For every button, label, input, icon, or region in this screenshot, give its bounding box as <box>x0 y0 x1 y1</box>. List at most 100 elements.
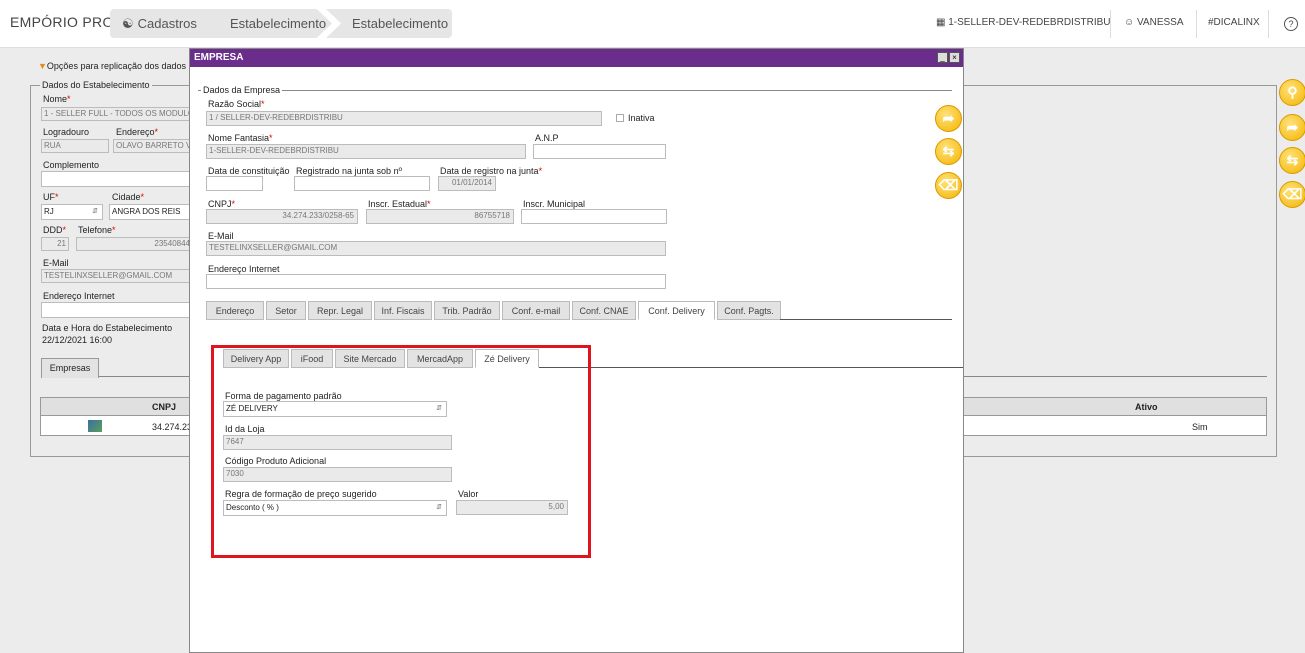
anp-field[interactable] <box>533 144 666 159</box>
store-selector[interactable]: ▦ 1-SELLER-DEV-REDEBRDISTRIBU <box>936 17 1111 28</box>
tab-empresas[interactable]: Empresas <box>41 358 99 378</box>
estadual-label: Inscr. Estadual* <box>368 199 431 209</box>
edit-row-icon[interactable] <box>88 420 102 432</box>
user-icon: ☺ <box>1124 17 1135 28</box>
tab-conf-cnae[interactable]: Conf. CNAE <box>572 301 636 320</box>
estadual-field[interactable]: 86755718 <box>366 209 514 224</box>
endereco-internet-label: Endereço Internet <box>43 291 115 301</box>
registro-field[interactable]: 01/01/2014 <box>438 176 496 191</box>
breadcrumb-estabelecimento-2[interactable]: Estabelecimento <box>326 9 452 38</box>
internet-field[interactable] <box>206 274 666 289</box>
regra-value: Desconto ( % ) <box>226 503 279 512</box>
tab-setor[interactable]: Setor <box>266 301 306 320</box>
help-icon[interactable]: ? <box>1284 17 1298 31</box>
cnpj-label: CNPJ* <box>208 199 236 209</box>
ddd-field[interactable]: 21 <box>41 237 69 251</box>
row-ativo: Sim <box>1192 422 1208 432</box>
divider <box>1268 10 1269 38</box>
nome-label: Nome* <box>43 94 71 104</box>
endereco-label: Endereço* <box>116 127 159 137</box>
hashtag-link[interactable]: #DICALINX <box>1208 17 1260 28</box>
close-icon[interactable]: × <box>949 52 960 63</box>
replication-link[interactable]: ▼Opções para replicação dos dados <box>38 61 186 71</box>
tab-conf-pagts[interactable]: Conf. Pagts. <box>717 301 781 320</box>
telefone-field[interactable]: 23540844 <box>76 237 191 251</box>
complemento-field[interactable] <box>41 171 191 187</box>
valor-field[interactable]: 5,00 <box>456 500 568 515</box>
nome-field[interactable]: 1 - SELLER FULL - TODOS OS MODULOS <box>41 107 191 121</box>
fantasia-field[interactable]: 1-SELLER-DEV-REDEBRDISTRIBU <box>206 144 526 159</box>
inativa-label: Inativa <box>628 113 655 123</box>
endereco-field[interactable]: OLAVO BARRETO VIANA <box>113 139 191 153</box>
user-menu[interactable]: ☺ VANESSA <box>1124 17 1184 28</box>
row-cnpj: 34.274.23 <box>152 422 193 432</box>
tab-conf-email[interactable]: Conf. e-mail <box>502 301 570 320</box>
cnpj-field[interactable]: 34.274.233/0258-65 <box>206 209 358 224</box>
email-field[interactable]: TESTELINXSELLER@GMAIL.COM <box>206 241 666 256</box>
constituicao-label: Data de constituição <box>208 166 290 176</box>
replication-label: Opções para replicação dos dados <box>46 61 187 71</box>
forma-select[interactable]: ZÉ DELIVERY ⇵ <box>223 401 447 417</box>
codigo-label: Código Produto Adicional <box>225 456 327 466</box>
divider <box>1110 10 1111 38</box>
razao-field[interactable]: 1 / SELLER-DEV-REDEBRDISTRIBU <box>206 111 602 126</box>
municipal-label: Inscr. Municipal <box>523 199 586 209</box>
tab-repr-legal[interactable]: Repr. Legal <box>308 301 372 320</box>
idloja-label: Id da Loja <box>225 424 265 434</box>
junta-field[interactable] <box>294 176 430 191</box>
email-label: E-Mail <box>208 231 234 241</box>
top-bar: EMPÓRIO PRO ☯ Cadastros Estabelecimento E… <box>0 0 1305 48</box>
tab-endereco[interactable]: Endereço <box>206 301 264 320</box>
data-hora-value: 22/12/2021 16:00 <box>42 335 113 345</box>
search-icon: ⚲ <box>1287 84 1298 100</box>
endereco-internet-field[interactable] <box>41 302 191 318</box>
municipal-field[interactable] <box>521 209 667 224</box>
inativa-checkbox[interactable] <box>616 114 624 122</box>
highlight-box <box>211 345 591 558</box>
swap-button[interactable]: ⇆ <box>1279 147 1305 174</box>
tab-inf-fiscais[interactable]: Inf. Fiscais <box>374 301 432 320</box>
modal-swap-button[interactable]: ⇆ <box>935 138 962 165</box>
breadcrumb-estabelecimento-1[interactable]: Estabelecimento <box>204 9 332 38</box>
uf-select[interactable]: RJ ⇵ <box>41 204 103 220</box>
minimize-icon[interactable]: _ <box>937 52 948 63</box>
tab-conf-delivery[interactable]: Conf. Delivery <box>638 301 715 320</box>
divider <box>1196 10 1197 38</box>
codigo-field[interactable]: 7030 <box>223 467 452 482</box>
logradouro-label: Logradouro <box>43 127 90 137</box>
swap-icon: ⇆ <box>1286 152 1299 168</box>
ddd-label: DDD* <box>43 225 67 235</box>
forward-icon: ➦ <box>942 110 955 126</box>
regra-label: Regra de formação de preço sugerido <box>225 489 377 499</box>
logradouro-field[interactable]: RUA <box>41 139 109 153</box>
cidade-field[interactable]: ANGRA DOS REIS <box>109 204 191 220</box>
user-name: VANESSA <box>1137 17 1184 28</box>
store-icon: ▦ <box>936 17 946 28</box>
idloja-field[interactable]: 7647 <box>223 435 452 450</box>
junta-label: Registrado na junta sob nº <box>296 166 402 176</box>
search-button[interactable]: ⚲ <box>1279 79 1305 106</box>
uf-label: UF* <box>43 192 59 202</box>
store-name: 1-SELLER-DEV-REDEBRDISTRIBU <box>948 17 1111 28</box>
anp-label: A.N.P <box>535 133 559 143</box>
regra-select[interactable]: Desconto ( % ) ⇵ <box>223 500 447 516</box>
valor-label: Valor <box>458 489 479 499</box>
modal-delete-button[interactable]: ⌫ <box>935 172 962 199</box>
column-header-cnpj: CNPJ <box>152 402 177 412</box>
email-field[interactable]: TESTELINXSELLER@GMAIL.COM <box>41 269 191 283</box>
modal-forward-button[interactable]: ➦ <box>935 105 962 132</box>
fantasia-label: Nome Fantasia* <box>208 133 273 143</box>
breadcrumb-cadastros[interactable]: ☯ Cadastros <box>110 9 220 38</box>
delete-button[interactable]: ⌫ <box>1279 181 1305 208</box>
complemento-label: Complemento <box>43 160 100 170</box>
empresa-modal: EMPRESA _ × Dados da Empresa Razão Socia… <box>189 48 964 653</box>
select-arrow-icon: ⇵ <box>436 504 442 511</box>
modal-title: EMPRESA <box>190 49 963 67</box>
registro-label: Data de registro na junta* <box>440 166 543 176</box>
trash-icon: ⌫ <box>938 177 959 193</box>
tab-trib-padrao[interactable]: Trib. Padrão <box>434 301 500 320</box>
constituicao-field[interactable] <box>206 176 263 191</box>
trash-icon: ⌫ <box>1282 186 1303 202</box>
razao-label: Razão Social* <box>208 99 265 109</box>
forward-button[interactable]: ➦ <box>1279 114 1305 141</box>
